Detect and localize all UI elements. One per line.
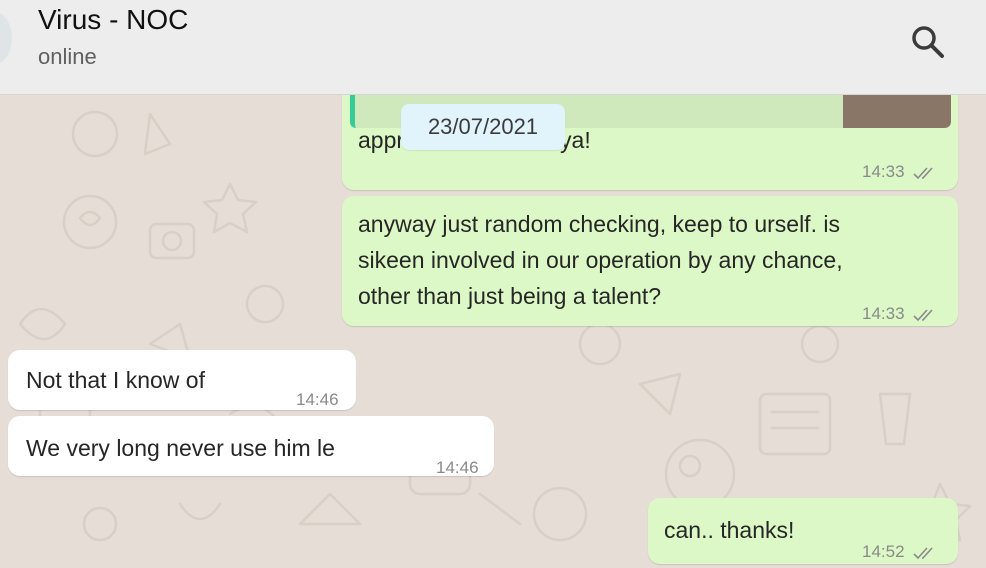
message-meta: 14:33	[862, 296, 939, 332]
message-bubble-outgoing[interactable]: anyway just random checking, keep to urs…	[342, 196, 958, 326]
avatar[interactable]	[0, 10, 12, 66]
message-time: 14:46	[296, 390, 339, 409]
message-time: 14:52	[862, 542, 905, 561]
message-time: 14:33	[862, 162, 905, 181]
date-divider: 23/07/2021	[401, 104, 565, 150]
double-check-icon	[913, 308, 933, 321]
message-meta: 14:52	[862, 534, 939, 568]
message-time: 14:46	[436, 458, 479, 477]
double-check-icon	[913, 546, 933, 559]
quoted-image-thumbnail	[843, 94, 951, 128]
message-meta: 14:33	[862, 154, 939, 190]
message-text: Not that I know of	[26, 367, 205, 393]
message-bubble-outgoing[interactable]: can.. thanks! 14:52	[648, 498, 958, 564]
message-text: can.. thanks!	[664, 517, 795, 543]
contact-name[interactable]: Virus - NOC	[38, 4, 188, 36]
search-icon[interactable]	[906, 20, 950, 64]
double-check-icon	[913, 166, 933, 179]
message-list[interactable]: don't have consultation fee breakdown ap…	[0, 94, 986, 568]
message-line: anyway just random checking, keep to urs…	[358, 211, 840, 237]
message-bubble-incoming[interactable]: Not that I know of 14:46	[8, 350, 356, 410]
message-text: anyway just random checking, keep to urs…	[358, 206, 843, 314]
message-line: other than just being a talent?	[358, 283, 662, 309]
chat-header: Virus - NOC online	[0, 0, 986, 95]
message-bubble-incoming[interactable]: We very long never use him le 14:46	[8, 416, 494, 477]
message-line: sikeen involved in our operation by any …	[358, 247, 843, 273]
message-text: We very long never use him le	[26, 435, 335, 461]
message-time: 14:33	[862, 304, 905, 323]
contact-status: online	[38, 44, 97, 69]
